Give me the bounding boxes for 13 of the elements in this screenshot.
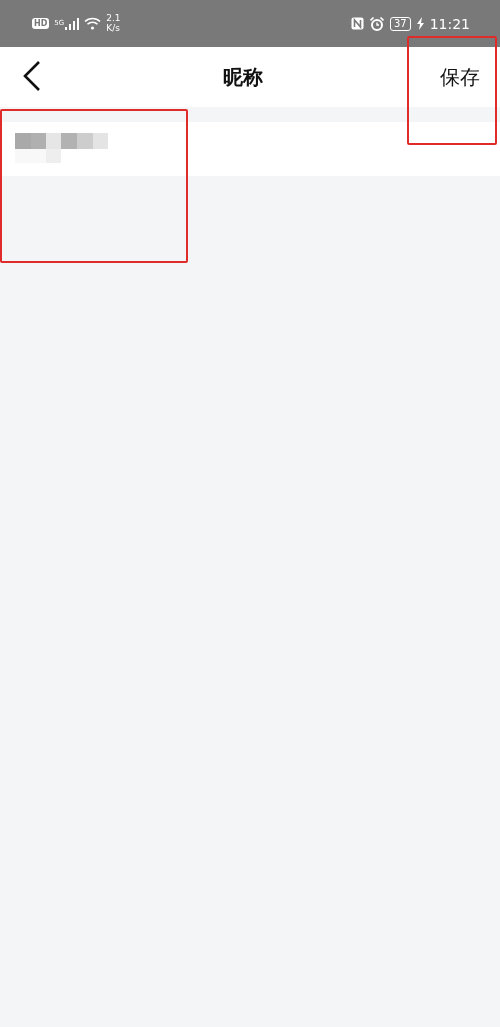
clock-time: 11:21 [429,15,470,32]
wifi-icon [84,17,102,30]
nfc-icon [350,17,364,30]
alarm-icon [369,16,384,31]
speed-value: 2.1 [106,13,121,24]
hd-indicator: HD [32,18,50,29]
speed-unit: K/s [106,23,121,34]
battery-level: 37 [389,16,411,31]
save-button[interactable]: 保存 [440,63,480,91]
signal-icon [65,17,80,30]
back-chevron-icon [22,60,42,92]
nickname-field[interactable] [0,122,500,176]
page-title: 昵称 [223,63,263,91]
